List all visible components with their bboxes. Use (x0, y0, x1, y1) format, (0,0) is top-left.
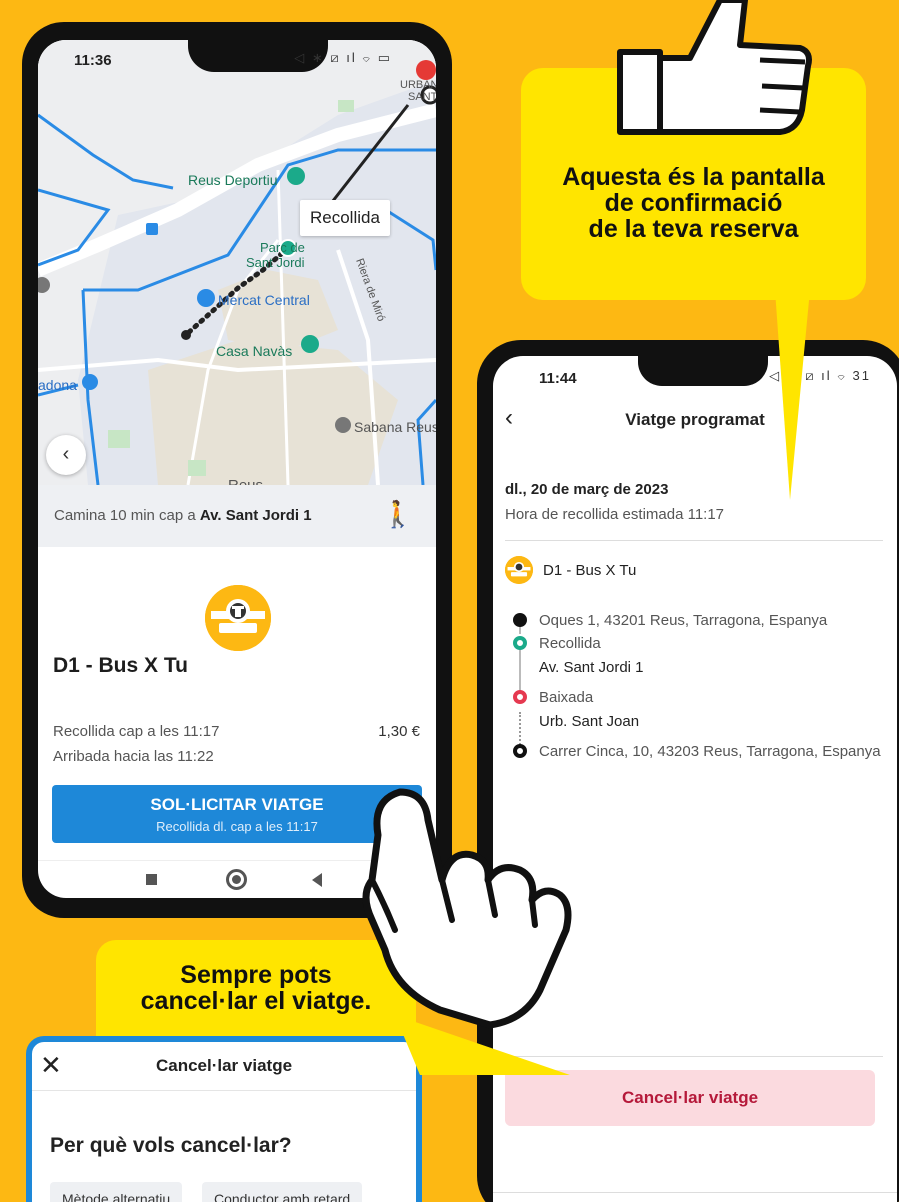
svg-text:URBANIT: URBANIT (400, 79, 436, 91)
status-icons: ◁ ∗ ⧄ ıl ⌔ ▭ (294, 50, 392, 65)
divider (32, 1090, 416, 1091)
request-button-title: SOL·LICITAR VIATGE (150, 795, 324, 814)
status-time: 11:44 (539, 370, 577, 387)
route-map[interactable]: Reus Deportiu Parc de Sant Jordi Mercat … (38, 40, 436, 485)
status-icons: ◁ ∗ ⧄ ıl ⌔ 31 (769, 368, 871, 383)
page-title: Viatge programat (625, 410, 765, 429)
android-nav-bar (493, 1192, 897, 1202)
right-phone-frame: 11:44 ◁ ∗ ⧄ ıl ⌔ 31 ‹ Viatge programat d… (477, 340, 899, 1202)
divider (505, 540, 883, 541)
request-button-subtitle: Recollida dl. cap a les 11:17 (156, 819, 318, 834)
scheduled-trip-screen: 11:44 ◁ ∗ ⧄ ıl ⌔ 31 ‹ Viatge programat d… (493, 356, 897, 1202)
cancel-callout-text: Sempre pots cancel·lar el viatge. (140, 961, 372, 1015)
svg-text:adona: adona (38, 377, 77, 393)
dropoff-stop: Urb. Sant Joan (539, 713, 640, 730)
pickup-dot (513, 636, 527, 650)
recents-icon[interactable] (146, 874, 157, 885)
walk-instruction-bar: Camina 10 min cap a Av. Sant Jordi 1 🚶 (38, 485, 436, 547)
svg-text:Sabana Reus: Sabana Reus (354, 419, 436, 435)
svg-text:Mercat Central: Mercat Central (218, 292, 310, 308)
route-name: D1 - Bus X Tu (543, 562, 637, 579)
reason-chip-alternative[interactable]: Mètode alternatiu (50, 1182, 183, 1202)
map-canvas: Reus Deportiu Parc de Sant Jordi Mercat … (38, 40, 436, 485)
destination-address: Carrer Cinca, 10, 43203 Reus, Tarragona,… (539, 743, 881, 760)
cancel-trip-button[interactable]: Cancel·lar viatge (505, 1070, 875, 1126)
bus-x-tu-logo (505, 556, 533, 584)
svg-text:Sant Jordi: Sant Jordi (246, 255, 305, 270)
svg-text:Reus Deportiu: Reus Deportiu (188, 172, 278, 188)
bus-x-tu-logo (205, 585, 271, 651)
dropoff-label: Baixada (539, 689, 594, 706)
logo-graphic (505, 556, 533, 584)
dropoff-dot (513, 690, 527, 704)
home-icon[interactable] (226, 869, 247, 890)
divider (505, 1056, 883, 1057)
route-name: D1 - Bus X Tu (53, 654, 188, 677)
pickup-stop: Av. Sant Jordi 1 (539, 659, 644, 676)
status-time: 11:36 (74, 52, 112, 69)
request-trip-button[interactable]: SOL·LICITAR VIATGE Recollida dl. cap a l… (52, 785, 422, 843)
logo-graphic (205, 585, 271, 651)
svg-text:Reus: Reus (228, 477, 263, 485)
booking-screen: 11:36 ◁ ∗ ⧄ ıl ⌔ ▭ Reus Deportiu Parc de… (38, 40, 436, 898)
origin-dot (513, 613, 527, 627)
trip-date: dl., 20 de març de 2023 (505, 481, 669, 498)
destination-dot (513, 744, 527, 758)
pickup-time: Recollida cap a les 11:17 (53, 723, 220, 740)
cancel-trip-sheet: ✕ Cancel·lar viatge Per què vols cancel·… (26, 1036, 422, 1202)
confirmation-callout-bubble: Aquesta és la pantalla de confirmació de… (521, 68, 866, 300)
fare-price: 1,30 € (378, 723, 420, 740)
walking-person-icon: 🚶 (381, 499, 414, 529)
camera-notch (638, 356, 768, 386)
origin-address: Oques 1, 43201 Reus, Tarragona, Espanya (539, 612, 828, 629)
reason-chip-driver-late[interactable]: Conductor amb retard (202, 1182, 363, 1202)
estimated-pickup: Hora de recollida estimada 11:17 (505, 506, 725, 523)
pickup-callout: Recollida (300, 200, 390, 236)
pickup-label: Recollida (539, 635, 601, 652)
android-nav-bar (38, 860, 436, 898)
cancel-reason-question: Per què vols cancel·lar? (50, 1134, 292, 1157)
confirmation-callout-text: Aquesta és la pantalla de confirmació de… (562, 163, 825, 243)
back-icon[interactable] (312, 873, 322, 887)
walk-instruction: Camina 10 min cap a Av. Sant Jordi 1 (54, 507, 312, 524)
svg-text:Parc de: Parc de (260, 240, 305, 255)
svg-text:SANT: SANT (408, 91, 436, 103)
svg-text:Casa Navàs: Casa Navàs (216, 343, 292, 359)
back-button[interactable]: ‹ (46, 435, 86, 475)
left-phone-frame: 11:36 ◁ ∗ ⧄ ıl ⌔ ▭ Reus Deportiu Parc de… (22, 22, 452, 918)
arrival-time: Arribada hacia las 11:22 (53, 748, 214, 765)
sheet-title: Cancel·lar viatge (155, 1056, 293, 1075)
